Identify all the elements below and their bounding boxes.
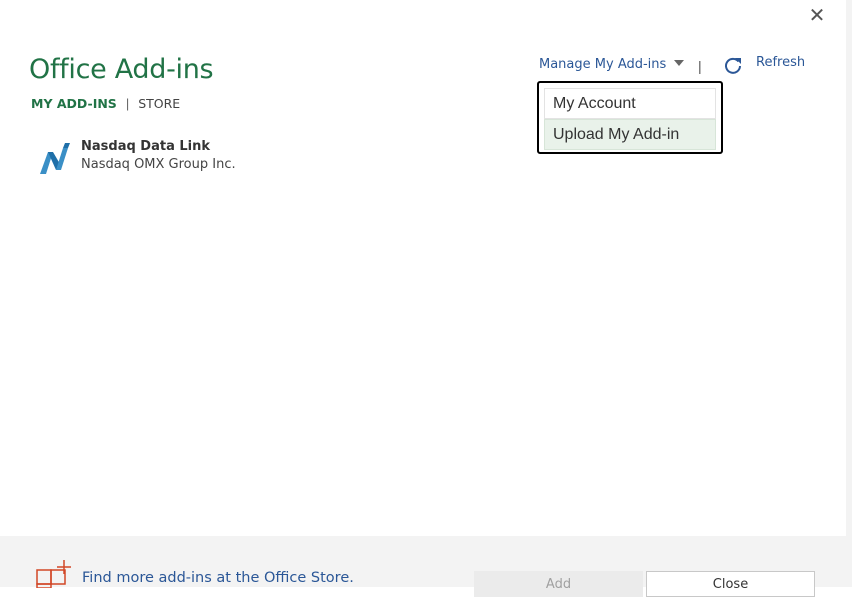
close-icon[interactable]: ✕: [807, 6, 827, 26]
menu-item-upload-my-addin[interactable]: Upload My Add-in: [544, 119, 716, 150]
office-store-link[interactable]: Find more add-ins at the Office Store.: [82, 570, 354, 586]
window-edge: [846, 0, 852, 587]
tab-store[interactable]: STORE: [138, 96, 180, 111]
nasdaq-logo-icon: [40, 143, 70, 174]
dialog-title: Office Add-ins: [29, 54, 214, 85]
chevron-down-icon: [674, 60, 685, 66]
store-add-icon: [36, 560, 71, 588]
addin-name: Nasdaq Data Link: [81, 139, 211, 154]
manage-my-addins-dropdown[interactable]: Manage My Add-ins: [539, 57, 685, 72]
addin-publisher: Nasdaq OMX Group Inc.: [81, 157, 236, 172]
refresh-icon[interactable]: [723, 55, 743, 75]
tab-separator: |: [125, 96, 130, 111]
menu-item-my-account[interactable]: My Account: [544, 88, 716, 119]
refresh-button[interactable]: Refresh: [756, 55, 805, 70]
office-addins-dialog: ✕ Office Add-ins MY ADD-INS | STORE Nasd…: [0, 0, 846, 587]
close-button[interactable]: Close: [646, 571, 815, 597]
addin-item-nasdaq[interactable]: Nasdaq Data Link Nasdaq OMX Group Inc.: [36, 138, 236, 176]
add-button[interactable]: Add: [474, 571, 643, 597]
addin-tabs: MY ADD-INS | STORE: [31, 96, 180, 111]
manage-my-addins-label: Manage My Add-ins: [539, 57, 667, 72]
tab-my-addins[interactable]: MY ADD-INS: [31, 96, 117, 111]
toolbar-separator: |: [698, 58, 702, 74]
manage-menu: My Account Upload My Add-in: [537, 81, 723, 154]
